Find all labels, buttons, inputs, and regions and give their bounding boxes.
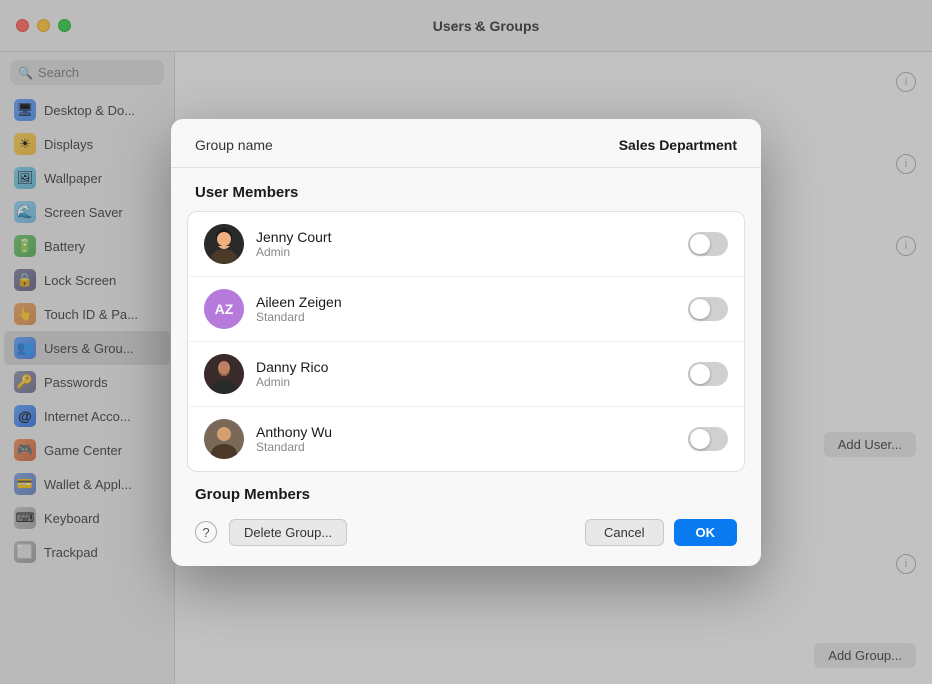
jenny-toggle[interactable] [688,232,728,256]
avatar [204,419,244,459]
member-info: Aileen Zeigen Standard [256,294,676,324]
cancel-button[interactable]: Cancel [585,519,663,546]
modal-dialog: Group name Sales Department User Members [171,119,761,566]
members-list: Jenny Court Admin AZ Aileen Zeigen Stand… [187,211,745,472]
table-row: Jenny Court Admin [188,212,744,277]
member-info: Anthony Wu Standard [256,424,676,454]
anthony-avatar-svg [204,419,244,459]
member-role: Standard [256,440,676,454]
anthony-toggle[interactable] [688,427,728,451]
footer-left: ? Delete Group... [195,519,347,546]
table-row: Anthony Wu Standard [188,407,744,471]
group-members-title: Group Members [195,486,737,503]
group-members-section: Group Members [171,472,761,503]
avatar [204,354,244,394]
danny-toggle[interactable] [688,362,728,386]
help-button[interactable]: ? [195,521,217,543]
group-name-value: Sales Department [619,137,737,153]
ok-button[interactable]: OK [674,519,738,546]
table-row: Danny Rico Admin [188,342,744,407]
user-members-title: User Members [171,168,761,211]
member-role: Admin [256,245,676,259]
member-role: Standard [256,310,676,324]
avatar [204,224,244,264]
modal-overlay: Group name Sales Department User Members [0,0,932,684]
member-info: Danny Rico Admin [256,359,676,389]
member-name: Aileen Zeigen [256,294,676,310]
delete-group-button[interactable]: Delete Group... [229,519,347,546]
group-name-label: Group name [195,137,273,153]
jenny-avatar-svg [204,224,244,264]
group-name-row: Group name Sales Department [171,119,761,168]
member-name: Jenny Court [256,229,676,245]
avatar: AZ [204,289,244,329]
member-role: Admin [256,375,676,389]
footer-right: Cancel OK [585,519,737,546]
danny-avatar-svg [204,354,244,394]
aileen-toggle[interactable] [688,297,728,321]
member-info: Jenny Court Admin [256,229,676,259]
member-name: Danny Rico [256,359,676,375]
member-name: Anthony Wu [256,424,676,440]
table-row: AZ Aileen Zeigen Standard [188,277,744,342]
modal-footer: ? Delete Group... Cancel OK [171,503,761,546]
